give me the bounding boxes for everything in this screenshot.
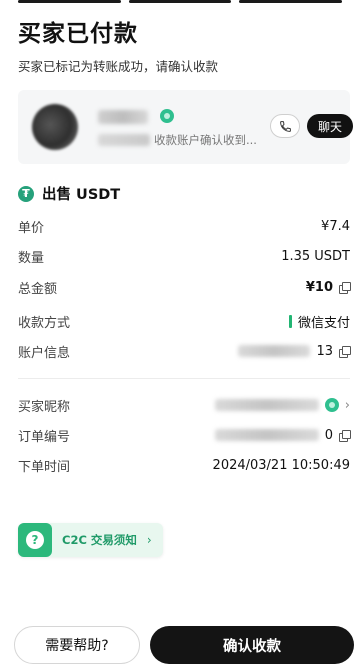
counterparty-card: 收款账户确认收到... 聊天 bbox=[18, 90, 353, 164]
quantity-label: 数量 bbox=[18, 250, 45, 266]
asset-label: 出售 USDT bbox=[42, 187, 121, 203]
payment-method-label: 收款方式 bbox=[18, 315, 71, 331]
total-row: 总金额 ¥10 bbox=[18, 277, 351, 297]
verified-badge-icon bbox=[160, 109, 174, 123]
copy-icon[interactable] bbox=[339, 345, 351, 358]
total-value: ¥10 bbox=[305, 279, 333, 295]
page-subtitle: 买家已标记为转账成功，请确认收款 bbox=[18, 59, 219, 74]
order-time-row: 下单时间 2024/03/21 10:50:49 bbox=[18, 455, 350, 475]
price-row: 单价 ¥7.4 bbox=[18, 216, 350, 236]
account-info-label: 账户信息 bbox=[18, 345, 71, 361]
chat-button[interactable]: 聊天 bbox=[307, 114, 353, 138]
total-label: 总金额 bbox=[18, 281, 58, 297]
call-button[interactable] bbox=[270, 114, 300, 138]
usdt-tether-icon: ₮ bbox=[18, 185, 34, 202]
wechat-pay-indicator-icon bbox=[288, 314, 292, 328]
avatar bbox=[32, 104, 78, 150]
c2c-notice-banner[interactable]: ? C2C 交易须知 › bbox=[18, 523, 163, 557]
order-time-value: 2024/03/21 10:50:49 bbox=[212, 457, 350, 473]
order-number-value-group: 0 bbox=[214, 427, 351, 443]
price-value: ¥7.4 bbox=[321, 218, 350, 234]
chevron-right-icon: › bbox=[344, 397, 350, 413]
order-number-label: 订单编号 bbox=[18, 429, 71, 445]
price-label: 单价 bbox=[18, 220, 45, 236]
question-mark-icon: ? bbox=[26, 531, 44, 549]
order-number-redacted bbox=[214, 429, 319, 441]
account-info-row: 账户信息 13 bbox=[18, 341, 351, 361]
total-value-group: ¥10 bbox=[305, 279, 351, 295]
phone-icon bbox=[279, 120, 291, 132]
copy-icon[interactable] bbox=[339, 281, 351, 294]
divider bbox=[18, 378, 350, 379]
payment-method-row: 收款方式 微信支付 bbox=[18, 311, 350, 331]
asset-header: ₮ 出售 USDT bbox=[18, 183, 120, 204]
quantity-value: 1.35 USDT bbox=[281, 248, 350, 264]
payment-method-value: 微信支付 bbox=[297, 315, 350, 331]
page-title: 买家已付款 bbox=[18, 21, 138, 47]
counterparty-name-redacted bbox=[98, 110, 148, 124]
help-button[interactable]: 需要帮助? bbox=[14, 626, 140, 664]
progress-segment bbox=[18, 0, 121, 3]
order-number-row: 订单编号 0 bbox=[18, 425, 351, 445]
progress-segment bbox=[239, 0, 343, 3]
question-icon-badge: ? bbox=[18, 523, 52, 557]
order-time-label: 下单时间 bbox=[18, 459, 71, 475]
payment-method-value-group: 微信支付 bbox=[288, 312, 350, 331]
quantity-row: 数量 1.35 USDT bbox=[18, 246, 350, 266]
buyer-nickname-label: 买家昵称 bbox=[18, 399, 71, 415]
buyer-nickname-value-group[interactable]: › bbox=[214, 397, 350, 413]
buyer-nickname-row: 买家昵称 › bbox=[18, 395, 350, 415]
confirm-receipt-button[interactable]: 确认收款 bbox=[150, 626, 354, 664]
account-info-value-tail: 13 bbox=[316, 343, 333, 359]
account-info-redacted bbox=[238, 345, 311, 357]
verified-badge-icon bbox=[324, 398, 339, 412]
buyer-nickname-redacted bbox=[214, 399, 319, 411]
c2c-notice-label: C2C 交易须知 bbox=[62, 533, 137, 547]
chevron-right-icon: › bbox=[146, 533, 152, 547]
bottom-action-bar: 需要帮助? 确认收款 bbox=[0, 618, 360, 666]
top-progress-segments bbox=[18, 0, 343, 3]
order-number-value-tail: 0 bbox=[324, 427, 333, 443]
counterparty-note-redacted bbox=[98, 134, 150, 146]
account-info-value-group: 13 bbox=[238, 343, 351, 359]
progress-segment bbox=[128, 0, 232, 3]
copy-icon[interactable] bbox=[339, 429, 351, 442]
counterparty-note: 收款账户确认收到... bbox=[154, 133, 257, 147]
